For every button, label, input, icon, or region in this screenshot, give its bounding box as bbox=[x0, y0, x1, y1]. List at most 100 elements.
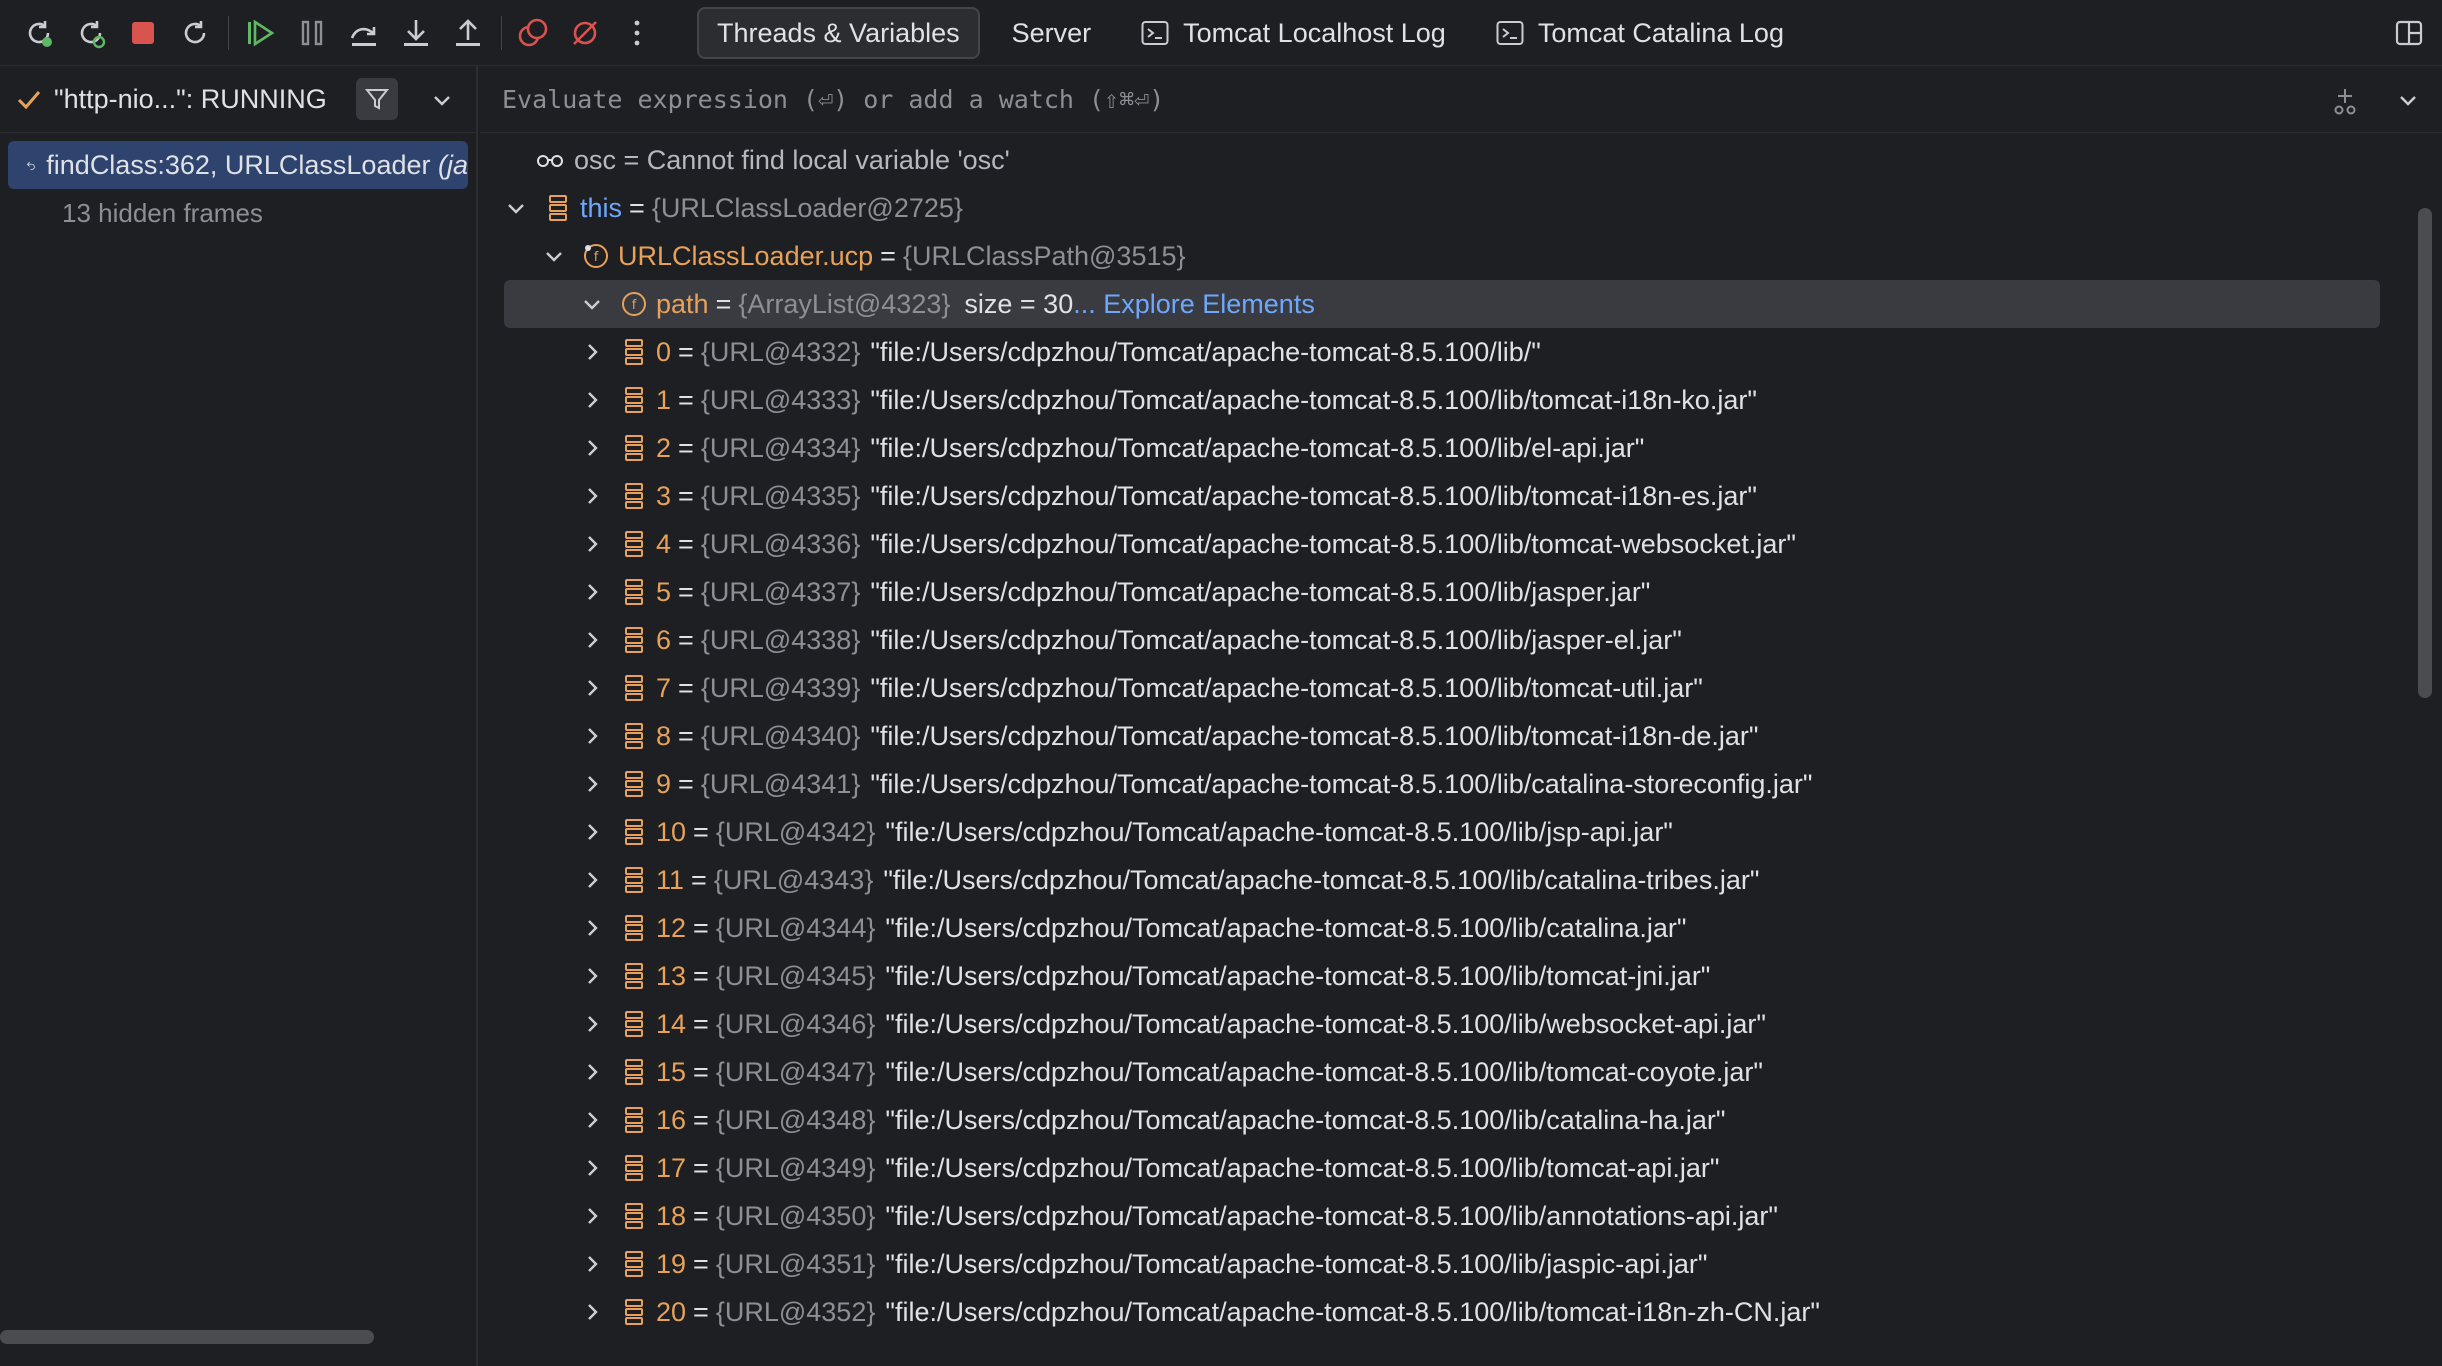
tree-row-item[interactable]: 16 = {URL@4348} "file:/Users/cdpzhou/Tomcat… bbox=[480, 1096, 2380, 1144]
equals-sign: = bbox=[678, 432, 694, 463]
item-index: 18 bbox=[656, 1200, 687, 1231]
equals-sign: = bbox=[693, 912, 709, 943]
item-index: 14 bbox=[656, 1008, 687, 1039]
tree-row-item[interactable]: 17 = {URL@4349} "file:/Users/cdpzhou/Tomcat… bbox=[480, 1144, 2380, 1192]
tab-label: Tomcat Localhost Log bbox=[1183, 17, 1446, 48]
tree-row-item[interactable]: 14 = {URL@4346} "file:/Users/cdpzhou/Tomcat… bbox=[480, 1000, 2380, 1048]
item-index: 16 bbox=[656, 1104, 687, 1135]
vertical-scrollbar[interactable] bbox=[2418, 208, 2432, 698]
pause-icon[interactable] bbox=[293, 14, 331, 52]
resume-icon[interactable] bbox=[241, 14, 279, 52]
tree-row-path[interactable]: f path = {ArrayList@4323} size = 30... Exp… bbox=[504, 280, 2380, 328]
item-type: {URL@4339} bbox=[700, 672, 861, 703]
equals-sign: = bbox=[678, 384, 694, 415]
tab-server[interactable]: Server bbox=[994, 7, 1110, 59]
stop-icon[interactable] bbox=[124, 14, 162, 52]
chevron-right-icon[interactable] bbox=[580, 340, 604, 364]
filter-button[interactable] bbox=[356, 78, 398, 120]
item-index: 6 bbox=[656, 624, 672, 655]
item-value: "file:/Users/cdpzhou/Tomcat/apache-tomca… bbox=[870, 480, 1757, 511]
object-icon bbox=[625, 723, 643, 749]
tree-row-item[interactable]: 12 = {URL@4344} "file:/Users/cdpzhou/Tomcat… bbox=[480, 904, 2380, 952]
tree-row-item[interactable]: 8 = {URL@4340} "file:/Users/cdpzhou/Tomcat/… bbox=[480, 712, 2380, 760]
chevron-right-icon[interactable] bbox=[580, 724, 604, 748]
add-watch-icon[interactable] bbox=[2330, 86, 2360, 116]
chevron-right-icon[interactable] bbox=[580, 388, 604, 412]
frame-item-selected[interactable]: findClass:362, URLClassLoader (ja bbox=[8, 141, 468, 189]
chevron-down-icon[interactable] bbox=[504, 196, 528, 220]
chevron-right-icon[interactable] bbox=[580, 1204, 604, 1228]
layout-settings-icon[interactable] bbox=[2394, 18, 2424, 48]
chevron-right-icon[interactable] bbox=[580, 772, 604, 796]
rerun-icon[interactable] bbox=[20, 14, 58, 52]
object-icon bbox=[625, 579, 643, 605]
mute-breakpoints-icon[interactable] bbox=[566, 14, 604, 52]
tree-row-item[interactable]: 20 = {URL@4352} "file:/Users/cdpzhou/Tomcat… bbox=[480, 1288, 2380, 1336]
item-type: {URL@4344} bbox=[715, 912, 876, 943]
chevron-right-icon[interactable] bbox=[580, 628, 604, 652]
explore-elements-link[interactable]: ... Explore Elements bbox=[1073, 289, 1315, 320]
chevron-right-icon[interactable] bbox=[580, 1252, 604, 1276]
tree-row-item[interactable]: 15 = {URL@4347} "file:/Users/cdpzhou/Tomcat… bbox=[480, 1048, 2380, 1096]
tree-row-item[interactable]: 7 = {URL@4339} "file:/Users/cdpzhou/Tomcat/… bbox=[480, 664, 2380, 712]
var-type: {ArrayList@4323} bbox=[738, 288, 951, 319]
tree-row-item[interactable]: 1 = {URL@4333} "file:/Users/cdpzhou/Tomcat/… bbox=[480, 376, 2380, 424]
tree-row-osc[interactable]: osc = Cannot find local variable 'osc' bbox=[480, 136, 2380, 184]
tree-row-item[interactable]: 2 = {URL@4334} "file:/Users/cdpzhou/Tomcat/… bbox=[480, 424, 2380, 472]
toolbar-actions bbox=[0, 0, 670, 66]
evaluate-bar[interactable]: Evaluate expression (⏎) or add a watch (… bbox=[480, 66, 2442, 133]
tree-row-item[interactable]: 13 = {URL@4345} "file:/Users/cdpzhou/Tomcat… bbox=[480, 952, 2380, 1000]
chevron-right-icon[interactable] bbox=[580, 1156, 604, 1180]
step-over-icon[interactable] bbox=[345, 14, 383, 52]
tree-row-item[interactable]: 10 = {URL@4342} "file:/Users/cdpzhou/Tomcat… bbox=[480, 808, 2380, 856]
tree-row-item[interactable]: 11 = {URL@4343} "file:/Users/cdpzhou/Tomcat… bbox=[480, 856, 2380, 904]
size-label: size = 30 bbox=[964, 288, 1074, 319]
chevron-right-icon[interactable] bbox=[580, 1060, 604, 1084]
horizontal-scrollbar[interactable] bbox=[0, 1330, 374, 1344]
chevron-right-icon[interactable] bbox=[580, 868, 604, 892]
hidden-frames-label[interactable]: 13 hidden frames bbox=[0, 189, 476, 237]
item-type: {URL@4345} bbox=[715, 960, 876, 991]
tree-row-item[interactable]: 4 = {URL@4336} "file:/Users/cdpzhou/Tomcat/… bbox=[480, 520, 2380, 568]
chevron-right-icon[interactable] bbox=[580, 1012, 604, 1036]
more-icon[interactable] bbox=[618, 14, 656, 52]
chevron-down-icon[interactable] bbox=[580, 292, 604, 316]
step-out-icon[interactable] bbox=[449, 14, 487, 52]
chevron-right-icon[interactable] bbox=[580, 964, 604, 988]
rerun-debug-icon[interactable] bbox=[72, 14, 110, 52]
step-into-icon[interactable] bbox=[397, 14, 435, 52]
restart-icon[interactable] bbox=[176, 14, 214, 52]
chevron-down-icon[interactable] bbox=[2396, 88, 2420, 112]
chevron-down-icon[interactable] bbox=[430, 88, 454, 112]
tree-row-this[interactable]: this = {URLClassLoader@2725} bbox=[480, 184, 2380, 232]
view-breakpoints-icon[interactable] bbox=[514, 14, 552, 52]
tab-threads-variables[interactable]: Threads & Variables bbox=[697, 7, 980, 59]
equals-sign: = bbox=[678, 768, 694, 799]
tree-row-item[interactable]: 5 = {URL@4337} "file:/Users/cdpzhou/Tomcat/… bbox=[480, 568, 2380, 616]
chevron-right-icon[interactable] bbox=[580, 1300, 604, 1324]
tree-row-item[interactable]: 0 = {URL@4332} "file:/Users/cdpzhou/Tomcat/… bbox=[480, 328, 2380, 376]
chevron-right-icon[interactable] bbox=[580, 532, 604, 556]
chevron-right-icon[interactable] bbox=[580, 916, 604, 940]
tree-row-item[interactable]: 3 = {URL@4335} "file:/Users/cdpzhou/Tomcat/… bbox=[480, 472, 2380, 520]
tree-row-ucp[interactable]: f URLClassLoader.ucp = {URLClassPath@3515} bbox=[480, 232, 2380, 280]
tree-row-item[interactable]: 19 = {URL@4351} "file:/Users/cdpzhou/Tomcat… bbox=[480, 1240, 2380, 1288]
tree-row-item[interactable]: 6 = {URL@4338} "file:/Users/cdpzhou/Tomcat/… bbox=[480, 616, 2380, 664]
item-value: "file:/Users/cdpzhou/Tomcat/apache-tomca… bbox=[885, 1248, 1708, 1279]
chevron-right-icon[interactable] bbox=[580, 1108, 604, 1132]
chevron-down-icon[interactable] bbox=[542, 244, 566, 268]
chevron-right-icon[interactable] bbox=[580, 484, 604, 508]
tree-row-item[interactable]: 18 = {URL@4350} "file:/Users/cdpzhou/Tomcat… bbox=[480, 1192, 2380, 1240]
tree-row-item[interactable]: 9 = {URL@4341} "file:/Users/cdpzhou/Tomcat/… bbox=[480, 760, 2380, 808]
item-value: "file:/Users/cdpzhou/Tomcat/apache-tomca… bbox=[870, 576, 1651, 607]
chevron-right-icon[interactable] bbox=[580, 676, 604, 700]
chevron-right-icon[interactable] bbox=[580, 436, 604, 460]
evaluate-expression-input[interactable]: Evaluate expression (⏎) or add a watch (… bbox=[502, 85, 1164, 114]
thread-selector[interactable]: "http-nio...": RUNNING bbox=[0, 66, 476, 133]
tab-tomcat-localhost-log[interactable]: Tomcat Localhost Log bbox=[1123, 7, 1464, 59]
chevron-right-icon[interactable] bbox=[580, 580, 604, 604]
frames-panel: "http-nio...": RUNNING findClass:362, UR… bbox=[0, 66, 478, 1366]
variables-panel: Evaluate expression (⏎) or add a watch (… bbox=[480, 66, 2442, 1366]
chevron-right-icon[interactable] bbox=[580, 820, 604, 844]
tab-tomcat-catalina-log[interactable]: Tomcat Catalina Log bbox=[1478, 7, 1802, 59]
